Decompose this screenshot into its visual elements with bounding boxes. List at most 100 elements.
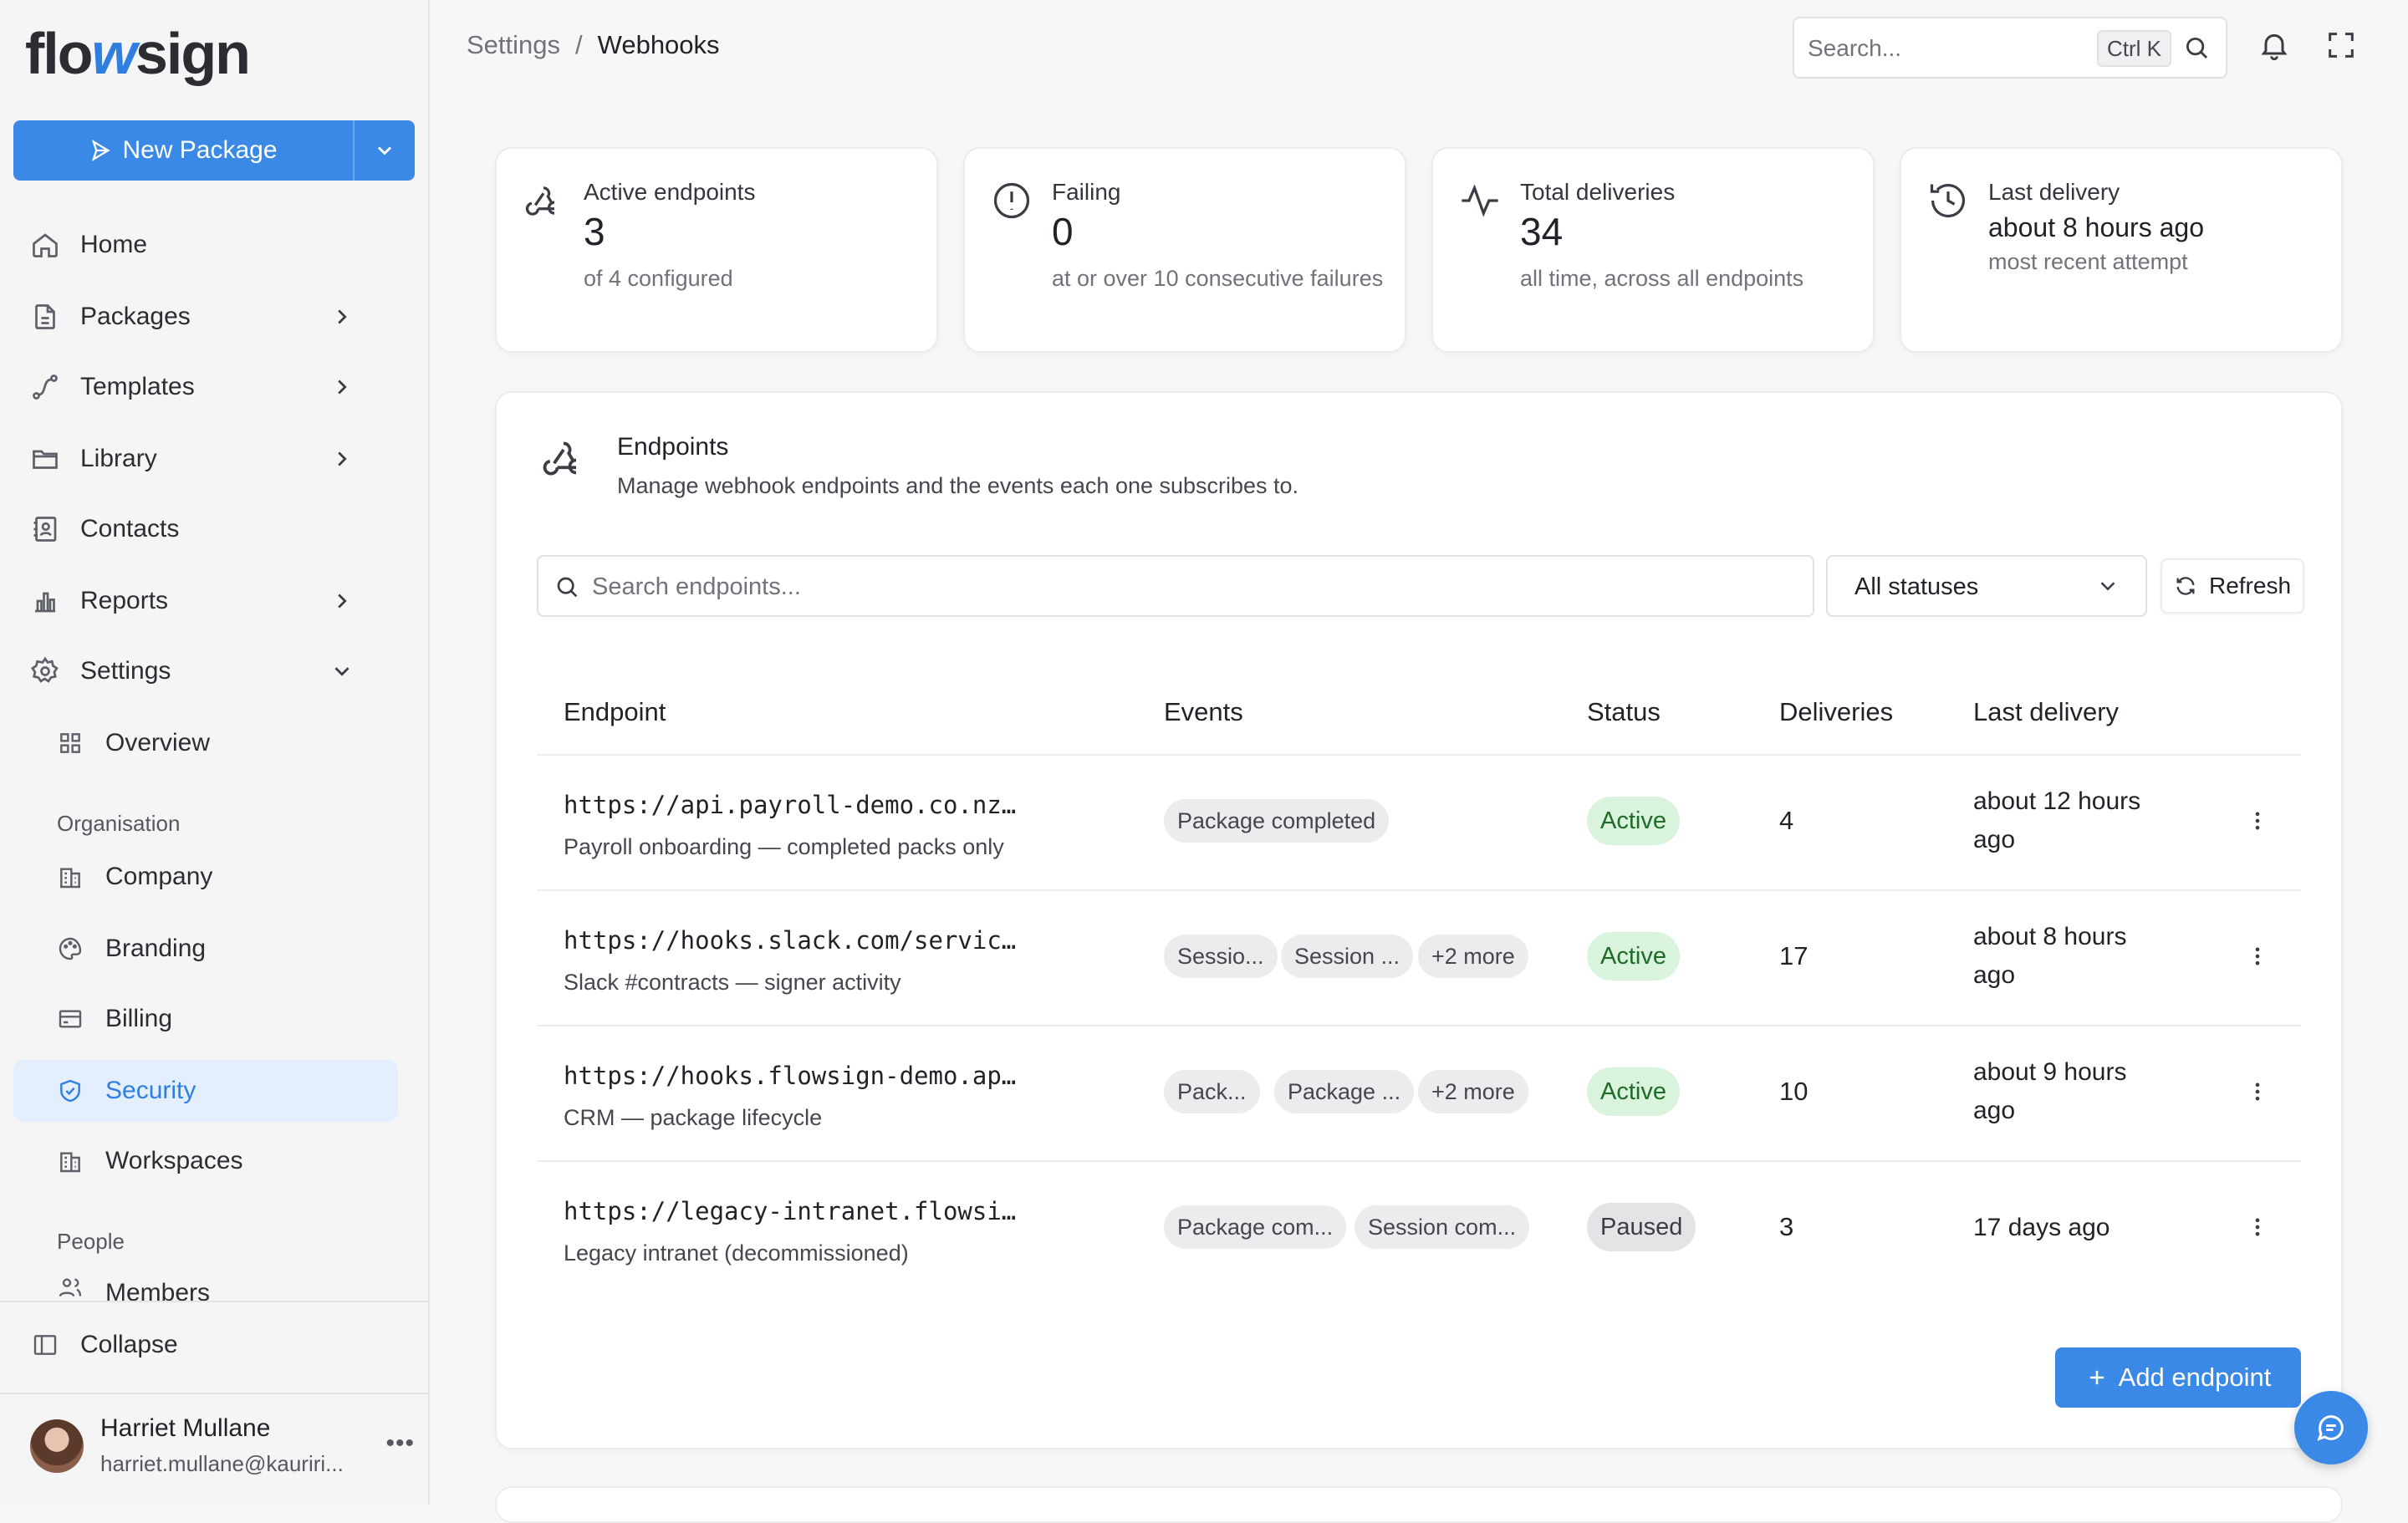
webhook-icon [525,186,555,216]
sidebar-item-label: Contacts [80,515,180,542]
next-panel [495,1486,2343,1523]
event-more-chip[interactable]: +2 more [1418,935,1528,978]
sidebar-item-label: Members [105,1279,211,1301]
sidebar-item-branding[interactable]: Branding [13,918,398,980]
search-placeholder: Search endpoints... [592,573,801,600]
avatar [30,1419,84,1473]
endpoint-description: Payroll onboarding — completed packs onl… [564,834,1004,859]
table-header-divider [537,754,2301,756]
endpoint-url[interactable]: https://hooks.slack.com/servic… [564,926,1016,955]
more-vertical-icon[interactable] [2246,945,2269,968]
add-endpoint-button[interactable]: Add endpoint [2055,1347,2301,1408]
endpoints-panel: Endpoints Manage webhook endpoints and t… [495,391,2343,1449]
fullscreen-icon[interactable] [2324,28,2358,62]
sidebar-item-packages[interactable]: Packages [13,286,398,348]
endpoints-title: Endpoints [617,433,729,461]
sidebar-item-home[interactable]: Home [13,214,398,276]
more-vertical-icon[interactable] [2246,1215,2269,1239]
stat-card-active-endpoints: Active endpoints 3 of 4 configured [495,147,938,353]
more-vertical-icon[interactable] [2246,809,2269,833]
building-icon [60,868,80,889]
collapse-label: Collapse [80,1331,178,1358]
last-delivery-time: about 12 hours ago [1973,787,2141,853]
alert-circle-icon [993,182,1030,219]
sidebar-toggle-icon [33,1335,57,1355]
flowsign-logo[interactable]: flowsign [25,20,251,87]
status-badge: Paused [1587,1203,1696,1251]
bar-chart-icon [35,592,55,613]
sidebar-item-workspaces[interactable]: Workspaces [13,1130,398,1192]
sidebar-item-label: Branding [105,935,207,962]
endpoint-search-input[interactable]: Search endpoints... [537,555,1814,617]
status-filter-value: All statuses [1854,573,1979,600]
search-icon [2186,37,2208,59]
endpoint-url[interactable]: https://legacy-intranet.flowsi… [564,1197,1016,1225]
column-header-events[interactable]: Events [1164,697,1243,727]
sidebar-item-label: Packages [80,303,191,330]
sidebar-item-contacts[interactable]: Contacts [13,498,398,560]
event-chip: Session ... [1281,935,1414,978]
gear-icon [30,656,59,683]
column-header-last-delivery[interactable]: Last delivery [1973,697,2119,727]
route-icon [33,374,58,400]
column-header-deliveries[interactable]: Deliveries [1779,697,1893,727]
sidebar-item-company[interactable]: Company [13,846,398,908]
breadcrumb-settings[interactable]: Settings [467,30,560,60]
row-divider [537,1025,2301,1026]
new-package-label: New Package [122,136,278,164]
sidebar-item-templates[interactable]: Templates [13,356,398,418]
sidebar-item-reports[interactable]: Reports [13,570,398,632]
column-header-endpoint[interactable]: Endpoint [564,697,666,727]
stat-value: 3 [584,210,605,253]
sidebar-item-security[interactable]: Security [13,1060,398,1122]
chevron-right-icon [338,451,347,466]
sidebar-item-settings[interactable]: Settings [13,640,398,702]
event-more-chip[interactable]: +2 more [1418,1070,1528,1113]
deliveries-count: 3 [1779,1212,1794,1241]
row-divider [537,889,2301,891]
last-delivery-time: 17 days ago [1973,1214,2110,1241]
status-badge: Active [1587,1067,1680,1116]
new-package-button[interactable]: New Package [13,120,353,181]
webhook-icon [543,441,577,476]
file-icon [35,304,55,329]
chevron-down-icon [377,146,392,155]
column-header-status[interactable]: Status [1587,697,1661,727]
sidebar-item-label: Home [80,231,148,258]
sidebar-item-billing[interactable]: Billing [13,988,398,1050]
sidebar-item-members[interactable]: Members [13,1264,398,1301]
status-filter-select[interactable]: All statuses [1826,555,2147,617]
more-vertical-icon[interactable] [2246,1080,2269,1103]
user-menu[interactable]: Harriet Mullane harriet.mullane@kauriri.… [30,1413,415,1486]
building-icon [60,1152,80,1173]
global-search-input[interactable]: Search... Ctrl K [1793,17,2227,79]
stat-subtext: at or over 10 consecutive failures [1052,266,1384,291]
message-circle-icon [2317,1415,2344,1441]
sidebar-item-label: Company [105,863,213,890]
endpoint-description: Legacy intranet (decommissioned) [564,1240,909,1266]
sidebar-item-library[interactable]: Library [13,428,398,490]
endpoint-url[interactable]: https://api.payroll-demo.co.nz… [564,791,1016,819]
refresh-button[interactable]: Refresh [2161,558,2304,614]
chat-button[interactable] [2294,1391,2368,1464]
sidebar-item-overview[interactable]: Overview [13,712,398,774]
collapse-sidebar-button[interactable]: Collapse [13,1314,178,1376]
home-icon [33,233,58,257]
breadcrumb: Settings / Webhooks [467,30,720,60]
stat-subtext: most recent attempt [1988,249,2188,274]
stat-card-total-deliveries: Total deliveries 34 all time, across all… [1431,147,1875,353]
event-chip: Sessio... [1164,935,1278,978]
new-package-dropdown-button[interactable] [353,120,415,181]
stat-label: Active endpoints [584,179,756,205]
stat-value: about 8 hours ago [1988,212,2204,242]
stat-value: 34 [1520,210,1564,253]
breadcrumb-current: Webhooks [597,30,720,59]
bell-icon[interactable] [2258,28,2291,62]
search-placeholder: Search... [1808,35,1902,61]
chevron-right-icon [338,593,347,609]
sidebar-item-label: Security [105,1077,196,1104]
more-horizontal-icon[interactable]: ••• [385,1429,415,1458]
add-endpoint-label: Add endpoint [2118,1363,2272,1392]
endpoint-url[interactable]: https://hooks.flowsign-demo.ap… [564,1062,1016,1090]
status-badge: Active [1587,797,1680,845]
